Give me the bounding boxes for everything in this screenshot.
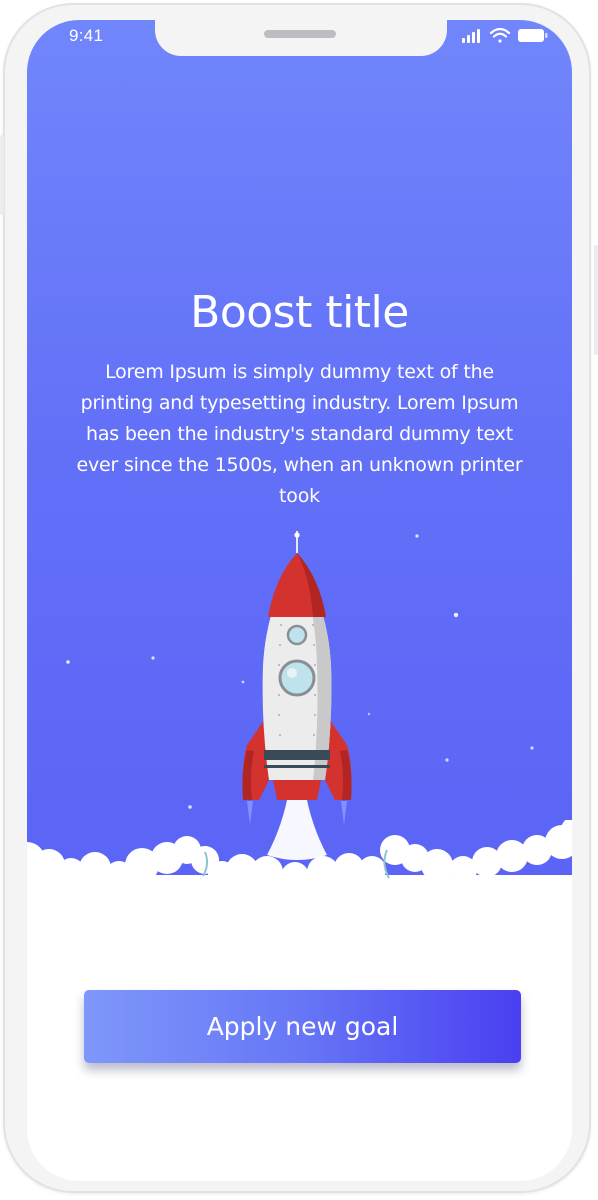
apply-new-goal-button[interactable]: Apply new goal [84,990,521,1063]
phone-side-button-left [0,135,4,215]
star [453,612,459,618]
rocket-base [273,780,321,800]
star [530,746,534,750]
onboarding-title: Boost title [190,287,409,339]
clouds-decoration [27,820,572,1000]
star [151,656,155,660]
speaker-grille [264,30,336,38]
star [415,534,419,538]
star [66,660,70,664]
status-icons [462,27,548,43]
status-time: 9:41 [69,26,104,45]
star [188,805,192,809]
star [445,758,449,762]
phone-side-button-right [594,245,598,355]
wifi-icon [489,27,511,43]
onboarding-description: Lorem Ipsum is simply dummy text of the … [76,361,523,507]
rocket-stripe [264,750,330,760]
rocket-large-window [278,659,316,697]
rocket-small-window [286,624,308,646]
signal-icon [462,29,480,43]
phone-screen: 9:41 Boost title Lorem Ipsum is simply d… [27,20,572,1181]
battery-icon [518,29,548,42]
notch [155,20,447,56]
